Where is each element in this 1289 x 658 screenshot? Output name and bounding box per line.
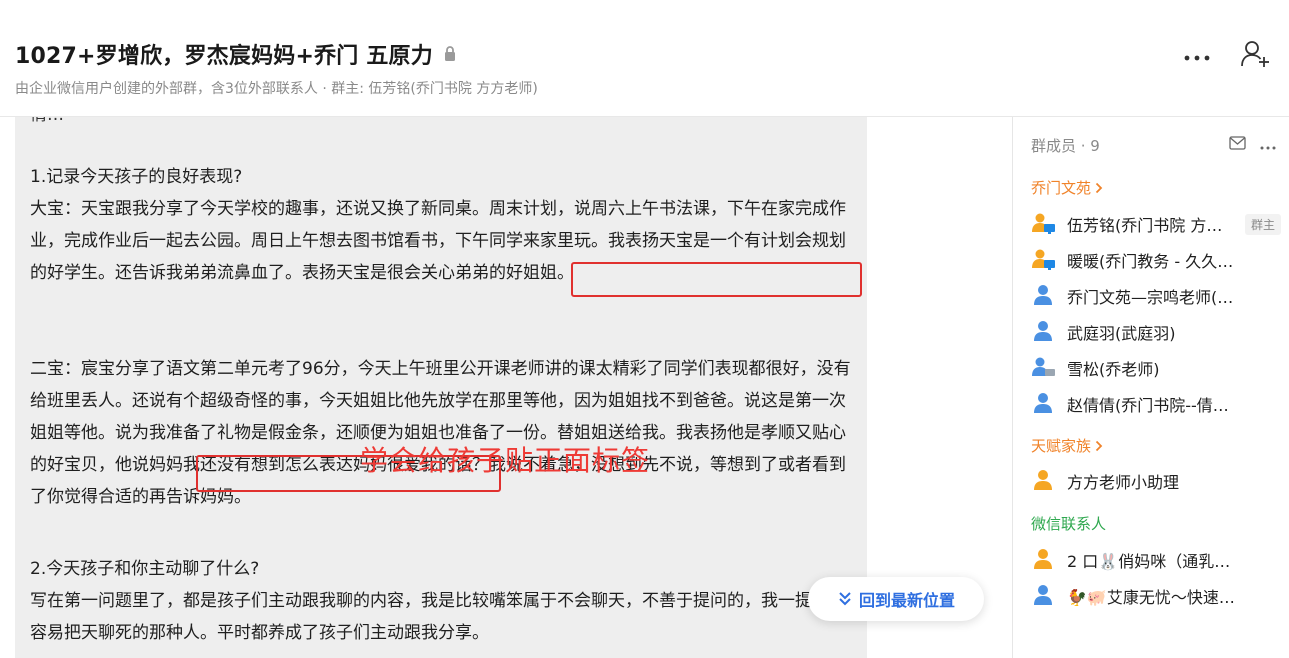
member-sidebar: 群成员 · 9 乔门文苑 伍芳铭(乔门书院 方方老师) 群主 暖暖(乔门教务 -… — [1012, 117, 1289, 658]
user-icon — [1031, 584, 1057, 608]
member-item[interactable]: 雪松(乔老师) — [1031, 354, 1281, 382]
member-name: 方方老师小助理 — [1067, 473, 1180, 492]
add-member-button[interactable] — [1241, 40, 1271, 72]
highlight-box-1 — [571, 262, 862, 297]
sidebar-header-actions — [1229, 135, 1276, 154]
member-name: 赵倩倩(乔门书院--倩倩老师) — [1067, 396, 1237, 415]
message-paragraph-3: 写在第一问题里了，都是孩子们主动跟我聊的内容，我是比较嘴笨属于不会聊天，不善于提… — [30, 591, 846, 643]
member-item[interactable]: 乔门文苑—宗鸣老师(乔门书院) — [1031, 282, 1281, 310]
group-title-qiaomen[interactable]: 乔门文苑 — [1031, 177, 1103, 198]
more-button[interactable] — [1183, 47, 1211, 66]
user-icon — [1031, 284, 1057, 308]
mail-icon — [1229, 136, 1246, 150]
member-name: 2 口🐰俏妈咪（通乳骨盆修复） — [1067, 552, 1237, 571]
user-pc-icon — [1031, 212, 1057, 236]
goto-latest-button[interactable]: 回到最新位置 — [808, 577, 984, 621]
user-icon — [1031, 548, 1057, 572]
member-item[interactable]: 赵倩倩(乔门书院--倩倩老师) — [1031, 390, 1281, 418]
annotation-text: 学会给孩子贴正面标签 — [360, 444, 651, 477]
member-name: 🐓🐖艾康无忧～快速祛湿 — [1067, 588, 1237, 607]
user-icon — [1031, 320, 1057, 344]
member-name: 雪松(乔老师) — [1067, 360, 1160, 379]
member-name: 武庭羽(武庭羽) — [1067, 324, 1176, 343]
member-item[interactable]: 武庭羽(武庭羽) — [1031, 318, 1281, 346]
sidebar-more-button[interactable] — [1260, 135, 1276, 154]
chat-header: 1027+罗增欣，罗杰宸妈妈+乔门 五原力 由企业微信用户创建的外部群，含3位外… — [0, 0, 1289, 117]
message-cutoff-line: 情… — [30, 117, 853, 131]
chevron-right-icon — [1095, 182, 1103, 193]
group-title-label: 微信联系人 — [1031, 515, 1107, 533]
lock-icon — [443, 46, 457, 62]
group-title-label: 天赋家族 — [1031, 437, 1092, 455]
add-member-icon — [1241, 41, 1269, 67]
chat-area[interactable]: 情… 1.记录今天孩子的良好表现? 大宝：天宝跟我分享了今天学校的趣事，还说又换… — [0, 117, 1012, 658]
user-icon — [1031, 469, 1057, 493]
more-icon — [1184, 55, 1210, 60]
double-chevron-down-icon — [839, 592, 851, 606]
member-item[interactable]: 暖暖(乔门教务 - 久久老师) — [1031, 246, 1281, 274]
member-count: 群成员 · 9 — [1031, 137, 1100, 155]
user-monitor-icon — [1031, 356, 1057, 380]
owner-badge: 群主 — [1244, 213, 1281, 235]
user-icon — [1031, 392, 1057, 416]
group-title-tianfu[interactable]: 天赋家族 — [1031, 435, 1103, 456]
chat-subtitle: 由企业微信用户创建的外部群，含3位外部联系人 · 群主: 伍芳铭(乔门书院 方方… — [15, 81, 538, 97]
goto-latest-label: 回到最新位置 — [858, 591, 955, 610]
mail-button[interactable] — [1229, 135, 1246, 154]
chevron-right-icon — [1095, 440, 1103, 451]
group-title-label: 乔门文苑 — [1031, 179, 1092, 197]
member-item[interactable]: 2 口🐰俏妈咪（通乳骨盆修复） — [1031, 546, 1281, 574]
member-item[interactable]: 🐓🐖艾康无忧～快速祛湿 — [1031, 582, 1281, 610]
member-name: 乔门文苑—宗鸣老师(乔门书院) — [1067, 288, 1237, 307]
header-actions — [1183, 40, 1271, 72]
more-icon — [1260, 146, 1276, 150]
message-bubble[interactable]: 情… 1.记录今天孩子的良好表现? 大宝：天宝跟我分享了今天学校的趣事，还说又换… — [15, 117, 867, 658]
chat-title: 1027+罗增欣，罗杰宸妈妈+乔门 五原力 — [15, 38, 457, 70]
message-question-1: 1.记录今天孩子的良好表现? — [30, 167, 243, 187]
member-name: 伍芳铭(乔门书院 方方老师) — [1067, 216, 1237, 235]
chat-title-text: 1027+罗增欣，罗杰宸妈妈+乔门 五原力 — [15, 44, 433, 69]
member-item[interactable]: 方方老师小助理 — [1031, 467, 1281, 495]
message-question-2: 2.今天孩子和你主动聊了什么? — [30, 559, 260, 579]
user-pc-icon — [1031, 248, 1057, 272]
member-item[interactable]: 伍芳铭(乔门书院 方方老师) 群主 — [1031, 210, 1281, 238]
member-name: 暖暖(乔门教务 - 久久老师) — [1067, 252, 1237, 271]
group-title-wechat[interactable]: 微信联系人 — [1031, 513, 1106, 534]
